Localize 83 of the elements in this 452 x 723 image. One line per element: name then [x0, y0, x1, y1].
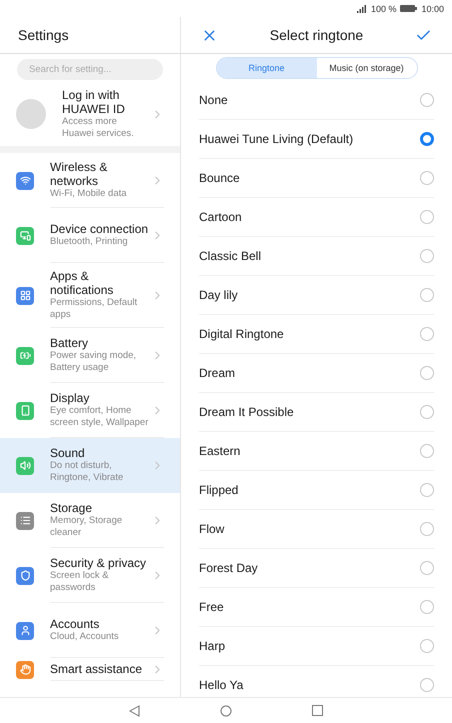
radio-button[interactable]	[420, 678, 434, 692]
signal-icon	[356, 4, 367, 12]
radio-button[interactable]	[420, 522, 434, 536]
shield-icon	[16, 566, 34, 584]
settings-item[interactable]: Smart assistance	[0, 658, 180, 681]
radio-button[interactable]	[420, 171, 434, 185]
item-title: Sound	[50, 446, 86, 460]
settings-item[interactable]: Battery Power saving mode, Battery usage	[0, 328, 180, 383]
dialog-title: Select ringtone	[270, 27, 364, 43]
item-title: Smart assistance	[50, 662, 144, 676]
ringtone-name[interactable]: Flow	[199, 522, 224, 536]
radio-button[interactable]	[420, 249, 434, 263]
radio-button[interactable]	[420, 405, 434, 419]
radio-button[interactable]	[420, 366, 434, 380]
back-icon[interactable]	[129, 704, 140, 716]
settings-item[interactable]: Device connection Bluetooth, Printing	[0, 208, 180, 263]
item-subtitle: Bluetooth, Printing	[50, 236, 129, 248]
radio-button[interactable]	[420, 639, 434, 653]
wifi-icon	[16, 172, 34, 190]
battery-icon	[400, 5, 418, 12]
item-title: Apps & notifications	[50, 269, 114, 297]
radio-button[interactable]	[420, 444, 434, 458]
ringtone-name[interactable]: None	[199, 93, 228, 107]
settings-title: Settings	[18, 27, 69, 43]
ringtone-name[interactable]: Eastern	[199, 444, 240, 458]
settings-item[interactable]: Security & privacy Screen lock & passwords	[0, 548, 180, 603]
settings-item[interactable]: Sound Do not disturb, Ringtone, Vibrate	[0, 438, 180, 493]
user-icon	[16, 622, 34, 640]
item-title: Security & privacy	[50, 556, 148, 570]
ringtone-name[interactable]: Classic Bell	[199, 249, 262, 263]
settings-item[interactable]: Storage Memory, Storage cleaner	[0, 493, 180, 548]
item-subtitle: Memory, Storage cleaner	[50, 515, 124, 539]
item-title: Storage	[50, 501, 94, 515]
ringtone-name[interactable]: Hello Ya	[199, 678, 244, 692]
item-subtitle: Wi-Fi, Mobile data	[50, 188, 128, 200]
radio-button[interactable]	[420, 483, 434, 497]
ringtone-name[interactable]: Dream It Possible	[199, 405, 294, 419]
radio-button[interactable]	[420, 210, 434, 224]
ringtone-name[interactable]: Free	[199, 600, 224, 614]
ringtone-name[interactable]: Day lily	[199, 288, 238, 302]
ringtone-name[interactable]: Bounce	[199, 171, 240, 185]
clock: 10:00	[421, 4, 444, 14]
item-title: Device connection	[50, 222, 150, 236]
item-title: Battery	[50, 336, 90, 350]
item-title: Wireless & networks	[50, 160, 108, 188]
ringtone-name[interactable]: Flipped	[199, 483, 238, 497]
item-subtitle: Cloud, Accounts	[50, 631, 120, 643]
battery-percentage: 100 %	[370, 4, 396, 14]
settings-item[interactable]: Wireless & networks Wi-Fi, Mobile data	[0, 153, 180, 208]
item-title: Display	[50, 391, 90, 405]
speaker-icon	[16, 456, 34, 474]
ringtone-name[interactable]: Forest Day	[199, 561, 258, 575]
ringtone-name[interactable]: Cartoon	[199, 210, 242, 224]
account-title[interactable]: Log in with HUAWEI ID	[62, 88, 135, 116]
item-subtitle: Screen lock & passwords	[50, 570, 110, 594]
radio-button[interactable]	[420, 132, 434, 146]
grid-icon	[16, 286, 34, 304]
hand-icon	[16, 660, 34, 678]
settings-item[interactable]: Accounts Cloud, Accounts	[0, 603, 180, 658]
ringtone-name[interactable]: Huawei Tune Living (Default)	[199, 132, 354, 146]
item-subtitle: Do not disturb, Ringtone, Vibrate	[50, 460, 124, 484]
item-subtitle: Permissions, Default apps	[50, 297, 138, 321]
ringtone-name[interactable]: Dream	[199, 366, 236, 380]
recents-icon[interactable]	[312, 705, 323, 716]
storage-icon	[16, 512, 34, 530]
item-subtitle: Power saving mode, Battery usage	[50, 350, 138, 374]
radio-button[interactable]	[420, 288, 434, 302]
devices-icon	[16, 226, 34, 244]
radio-button[interactable]	[420, 561, 434, 575]
avatar-icon	[16, 99, 46, 129]
account-subtitle: Access more Huawei services.	[62, 116, 135, 140]
radio-button[interactable]	[420, 93, 434, 107]
radio-button[interactable]	[420, 600, 434, 614]
item-title: Accounts	[50, 617, 100, 631]
ringtone-name[interactable]: Digital Ringtone	[199, 327, 284, 341]
settings-item[interactable]: Apps & notifications Permissions, Default apps	[0, 263, 180, 328]
phone-icon	[16, 402, 34, 420]
home-icon[interactable]	[220, 704, 232, 716]
search-field[interactable]: Search for setting...	[17, 59, 163, 80]
ringtone-name[interactable]: Harp	[199, 639, 226, 653]
battery-icon	[16, 346, 34, 364]
item-subtitle: Eye comfort, Home screen style, Wallpaper	[50, 405, 150, 429]
radio-button[interactable]	[420, 327, 434, 341]
